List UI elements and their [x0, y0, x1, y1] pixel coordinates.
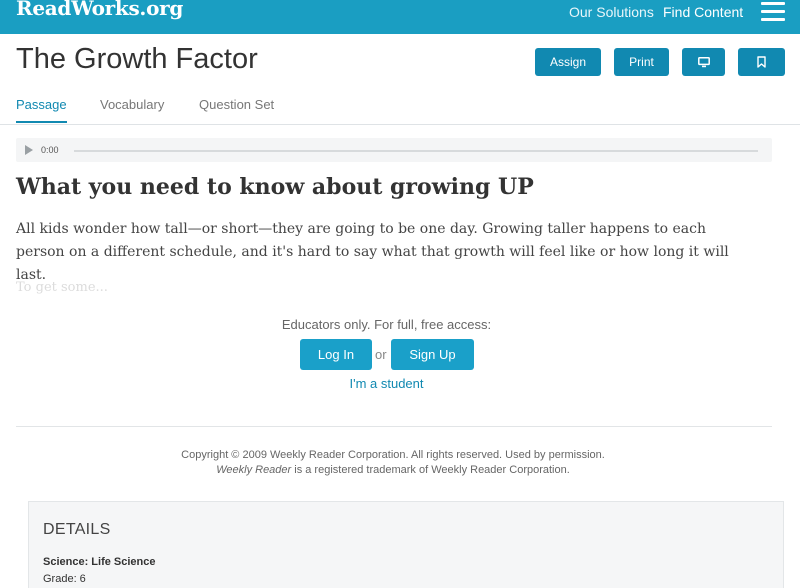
readworks-logo[interactable]: ReadWorks.org: [16, 0, 183, 20]
educator-access-note: Educators only. For full, free access:: [281, 317, 492, 332]
trademark-text: is a registered trademark of Weekly Read…: [291, 464, 570, 476]
play-icon[interactable]: [25, 145, 33, 155]
audio-time: 0:00: [41, 145, 59, 155]
active-tab-indicator: [16, 121, 67, 123]
or-separator: or: [375, 347, 387, 362]
page-header: The Growth Factor Assign Print Passage V…: [0, 34, 800, 125]
passage-body: All kids wonder how tall—or short—they a…: [16, 221, 729, 283]
nav-find-content[interactable]: Find Content: [663, 4, 743, 20]
divider: [16, 426, 772, 427]
copyright-line: Copyright © 2009 Weekly Reader Corporati…: [181, 449, 605, 461]
tab-question-set[interactable]: Question Set: [199, 97, 274, 112]
trademark-line: Weekly Reader is a registered trademark …: [0, 463, 786, 478]
nav-our-solutions[interactable]: Our Solutions: [569, 4, 654, 20]
tab-vocabulary[interactable]: Vocabulary: [100, 97, 164, 112]
details-grade: Grade: 6: [43, 573, 86, 585]
audio-progress-track[interactable]: [74, 150, 758, 152]
print-button[interactable]: Print: [614, 48, 669, 76]
passage-faded-text: To get some...: [16, 280, 108, 295]
student-link[interactable]: I'm a student: [0, 376, 773, 391]
details-title: DETAILS: [43, 521, 111, 538]
monitor-icon: [697, 56, 710, 67]
copyright-notice: Copyright © 2009 Weekly Reader Corporati…: [0, 448, 786, 478]
details-panel: DETAILS Science: Life Science Grade: 6: [28, 501, 784, 588]
page-title: The Growth Factor: [16, 43, 258, 75]
bookmark-icon: [757, 56, 766, 68]
audio-player: 0:00: [16, 138, 772, 162]
log-in-button[interactable]: Log In: [300, 339, 372, 370]
passage-heading: What you need to know about growing UP: [16, 174, 534, 200]
details-subject: Science: Life Science: [43, 556, 156, 568]
present-button[interactable]: [682, 48, 725, 76]
sign-up-button[interactable]: Sign Up: [391, 339, 474, 370]
trademark-name: Weekly Reader: [216, 464, 292, 476]
bookmark-button[interactable]: [738, 48, 785, 76]
tab-passage[interactable]: Passage: [16, 97, 67, 112]
top-nav-bar: ReadWorks.org Our Solutions Find Content: [0, 0, 800, 34]
hamburger-icon[interactable]: [761, 2, 785, 22]
assign-button[interactable]: Assign: [535, 48, 601, 76]
